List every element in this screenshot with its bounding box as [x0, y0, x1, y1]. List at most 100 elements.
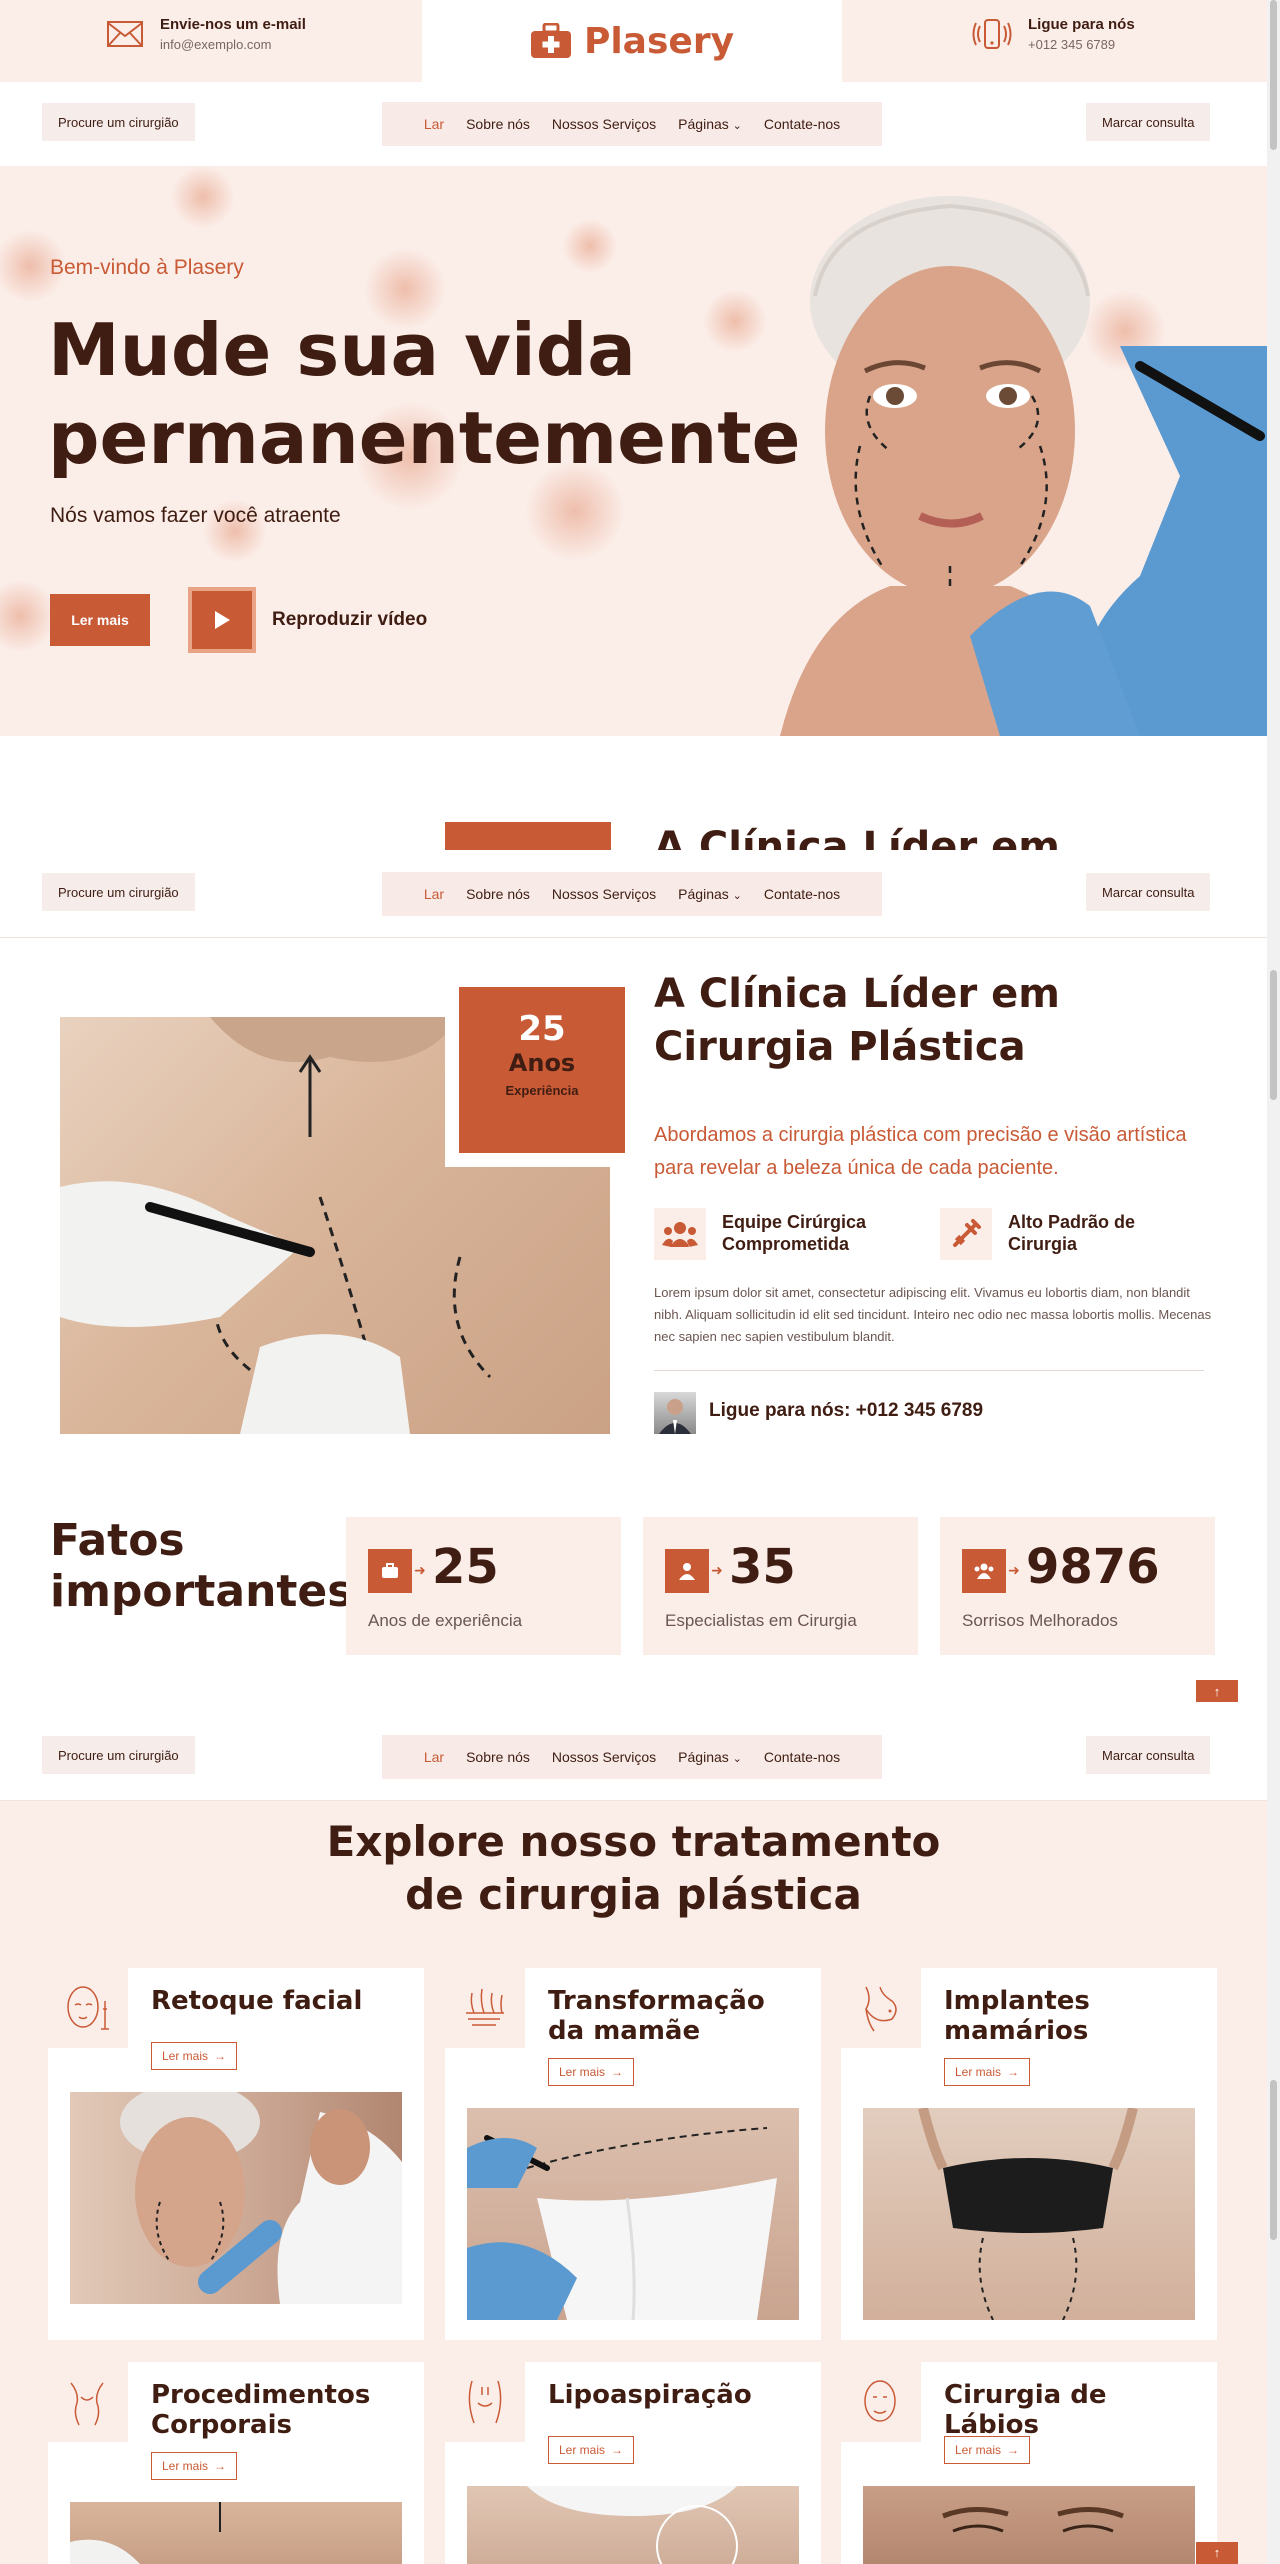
arrow-up-icon: ↑ — [1213, 2545, 1221, 2560]
main-nav: Procure um cirurgião Lar Sobre nós Nosso… — [0, 82, 1267, 168]
service-title: Transformação da mamãe — [548, 1986, 765, 2046]
read-more-label: Ler mais — [955, 2443, 1002, 2457]
arrow-right-icon: → — [1007, 2443, 1020, 2457]
service-card[interactable]: Lipoaspiração Ler mais → — [445, 2362, 821, 2564]
nav-link-home[interactable]: Lar — [424, 886, 444, 902]
service-image — [467, 2486, 799, 2564]
service-image — [70, 2092, 402, 2304]
phone-value[interactable]: +012 345 6789 — [1028, 37, 1135, 52]
nav-links: Lar Sobre nós Nossos Serviços Páginas ⌄ … — [382, 1735, 882, 1779]
nav-link-home[interactable]: Lar — [424, 1749, 444, 1765]
nav-link-services[interactable]: Nossos Serviços — [552, 886, 656, 902]
read-more-label: Ler mais — [162, 2049, 209, 2063]
arrow-up-icon: ↑ — [1213, 1684, 1221, 1699]
back-to-top-button[interactable]: ↑ — [1196, 2542, 1238, 2564]
nav-link-contact[interactable]: Contate-nos — [764, 1749, 840, 1765]
services-title-line: de cirurgia plástica — [405, 1870, 862, 1919]
service-card[interactable]: Retoque facial Ler mais → — [48, 1968, 424, 2340]
nav-link-about[interactable]: Sobre nós — [466, 886, 530, 902]
service-read-more[interactable]: Ler mais → — [944, 2058, 1031, 2086]
lips-face-icon — [841, 2362, 921, 2442]
brand-logo[interactable]: Plasery — [422, 0, 842, 82]
arrow-right-icon: → — [1007, 2065, 1020, 2079]
service-read-more[interactable]: Ler mais → — [151, 2452, 238, 2480]
arrow-right-icon: ➜ — [711, 1562, 723, 1578]
top-contact-bar: Envie-nos um e-mail info@exemplo.com Pla… — [0, 0, 1267, 82]
service-title: Procedimentos Corporais — [151, 2380, 371, 2440]
find-surgeon-button[interactable]: Procure um cirurgião — [42, 873, 195, 911]
phone-contact[interactable]: Ligue para nós +012 345 6789 — [972, 16, 1135, 52]
about-body: Lorem ipsum dolor sit amet, consectetur … — [654, 1285, 1212, 1344]
fact-card: ➜ 35 Especialistas em Cirurgia — [643, 1517, 918, 1655]
syringe-icon — [940, 1208, 992, 1260]
arrow-right-icon: ➜ — [1008, 1562, 1020, 1578]
nav-link-home[interactable]: Lar — [424, 116, 444, 132]
brand-name: Plasery — [583, 20, 735, 62]
book-appointment-button[interactable]: Marcar consulta — [1086, 1736, 1211, 1774]
fact-card: ➜ 25 Anos de experiência — [346, 1517, 621, 1655]
sticky-nav: Procure um cirurgião Lar Sobre nós Nosso… — [0, 852, 1267, 938]
about-title: A Clínica Líder em Cirurgia Plástica — [654, 968, 1214, 1074]
nav-link-pages[interactable]: Páginas ⌄ — [678, 886, 742, 902]
arrow-right-icon: ➜ — [414, 1562, 426, 1578]
nav-link-services[interactable]: Nossos Serviços — [552, 116, 656, 132]
service-read-more[interactable]: Ler mais → — [944, 2436, 1031, 2464]
nav-link-pages[interactable]: Páginas ⌄ — [678, 1749, 742, 1765]
email-title: Envie-nos um e-mail — [160, 16, 306, 33]
feature-team: Equipe Cirúrgica Comprometida — [722, 1212, 867, 1254]
scrollbar-thumb[interactable] — [1270, 970, 1277, 1100]
back-to-top-button[interactable]: ↑ — [1196, 1680, 1238, 1702]
about-call-us[interactable]: Ligue para nós: +012 345 6789 — [709, 1400, 983, 1422]
years-label: Anos — [508, 1049, 576, 1077]
chevron-down-icon: ⌄ — [732, 890, 742, 902]
scrollbar-thumb[interactable] — [1270, 2080, 1277, 2240]
services-title-line: Explore nosso tratamento — [326, 1817, 941, 1866]
service-card[interactable]: Transformação da mamãe Ler mais → — [445, 1968, 821, 2340]
find-surgeon-button[interactable]: Procure um cirurgião — [42, 1736, 195, 1774]
nav-link-about[interactable]: Sobre nós — [466, 116, 530, 132]
service-read-more[interactable]: Ler mais → — [548, 2058, 635, 2086]
years-badge-peek — [445, 822, 611, 850]
service-image — [467, 2108, 799, 2320]
nav-link-services[interactable]: Nossos Serviços — [552, 1749, 656, 1765]
book-appointment-button[interactable]: Marcar consulta — [1086, 873, 1211, 911]
page-scrollbar[interactable] — [1267, 0, 1280, 2564]
doctor-avatar — [654, 1392, 696, 1434]
service-title: Implantes mamários — [944, 1986, 1090, 2046]
service-card[interactable]: Procedimentos Corporais Ler mais → — [48, 2362, 424, 2564]
service-read-more[interactable]: Ler mais → — [548, 2436, 635, 2464]
scrollbar-thumb[interactable] — [1270, 0, 1277, 150]
service-card[interactable]: Implantes mamários Ler mais → — [841, 1968, 1217, 2340]
nav-link-about[interactable]: Sobre nós — [466, 1749, 530, 1765]
email-value[interactable]: info@exemplo.com — [160, 37, 306, 52]
play-video-label[interactable]: Reproduzir vídeo — [272, 609, 427, 631]
hero-read-more-button[interactable]: Ler mais — [50, 594, 150, 646]
about-title-line: A Clínica Líder em — [654, 971, 1060, 1017]
nav-link-contact[interactable]: Contate-nos — [764, 116, 840, 132]
breast-icon — [841, 1968, 921, 2048]
service-image — [70, 2502, 402, 2564]
years-number: 25 — [518, 1009, 566, 1049]
arrow-right-icon: → — [611, 2443, 624, 2457]
chevron-down-icon: ⌄ — [732, 120, 742, 132]
play-icon — [215, 611, 230, 629]
nav-link-pages[interactable]: Páginas ⌄ — [678, 116, 742, 132]
service-image — [863, 2486, 1195, 2564]
sparkle-decoration — [168, 166, 238, 232]
about-title-peek: A Clínica Líder em — [654, 824, 1060, 850]
play-video-button[interactable] — [188, 587, 256, 653]
envelope-icon — [107, 21, 143, 47]
find-surgeon-button[interactable]: Procure um cirurgião — [42, 103, 195, 141]
book-appointment-button[interactable]: Marcar consulta — [1086, 103, 1211, 141]
service-card[interactable]: Cirurgia de Lábios Ler mais → — [841, 2362, 1217, 2564]
about-title-line: Cirurgia Plástica — [654, 1024, 1026, 1070]
nav-link-pages-label: Páginas — [678, 116, 729, 132]
phone-title: Ligue para nós — [1028, 16, 1135, 33]
nav-link-contact[interactable]: Contate-nos — [764, 886, 840, 902]
service-read-more[interactable]: Ler mais → — [151, 2042, 238, 2070]
fact-number: 25 — [432, 1539, 499, 1595]
fact-label: Anos de experiência — [368, 1611, 523, 1630]
email-contact[interactable]: Envie-nos um e-mail info@exemplo.com — [106, 16, 306, 52]
facts-title-line: importantes — [50, 1566, 354, 1617]
hero-title-line: permanentemente — [48, 396, 801, 480]
